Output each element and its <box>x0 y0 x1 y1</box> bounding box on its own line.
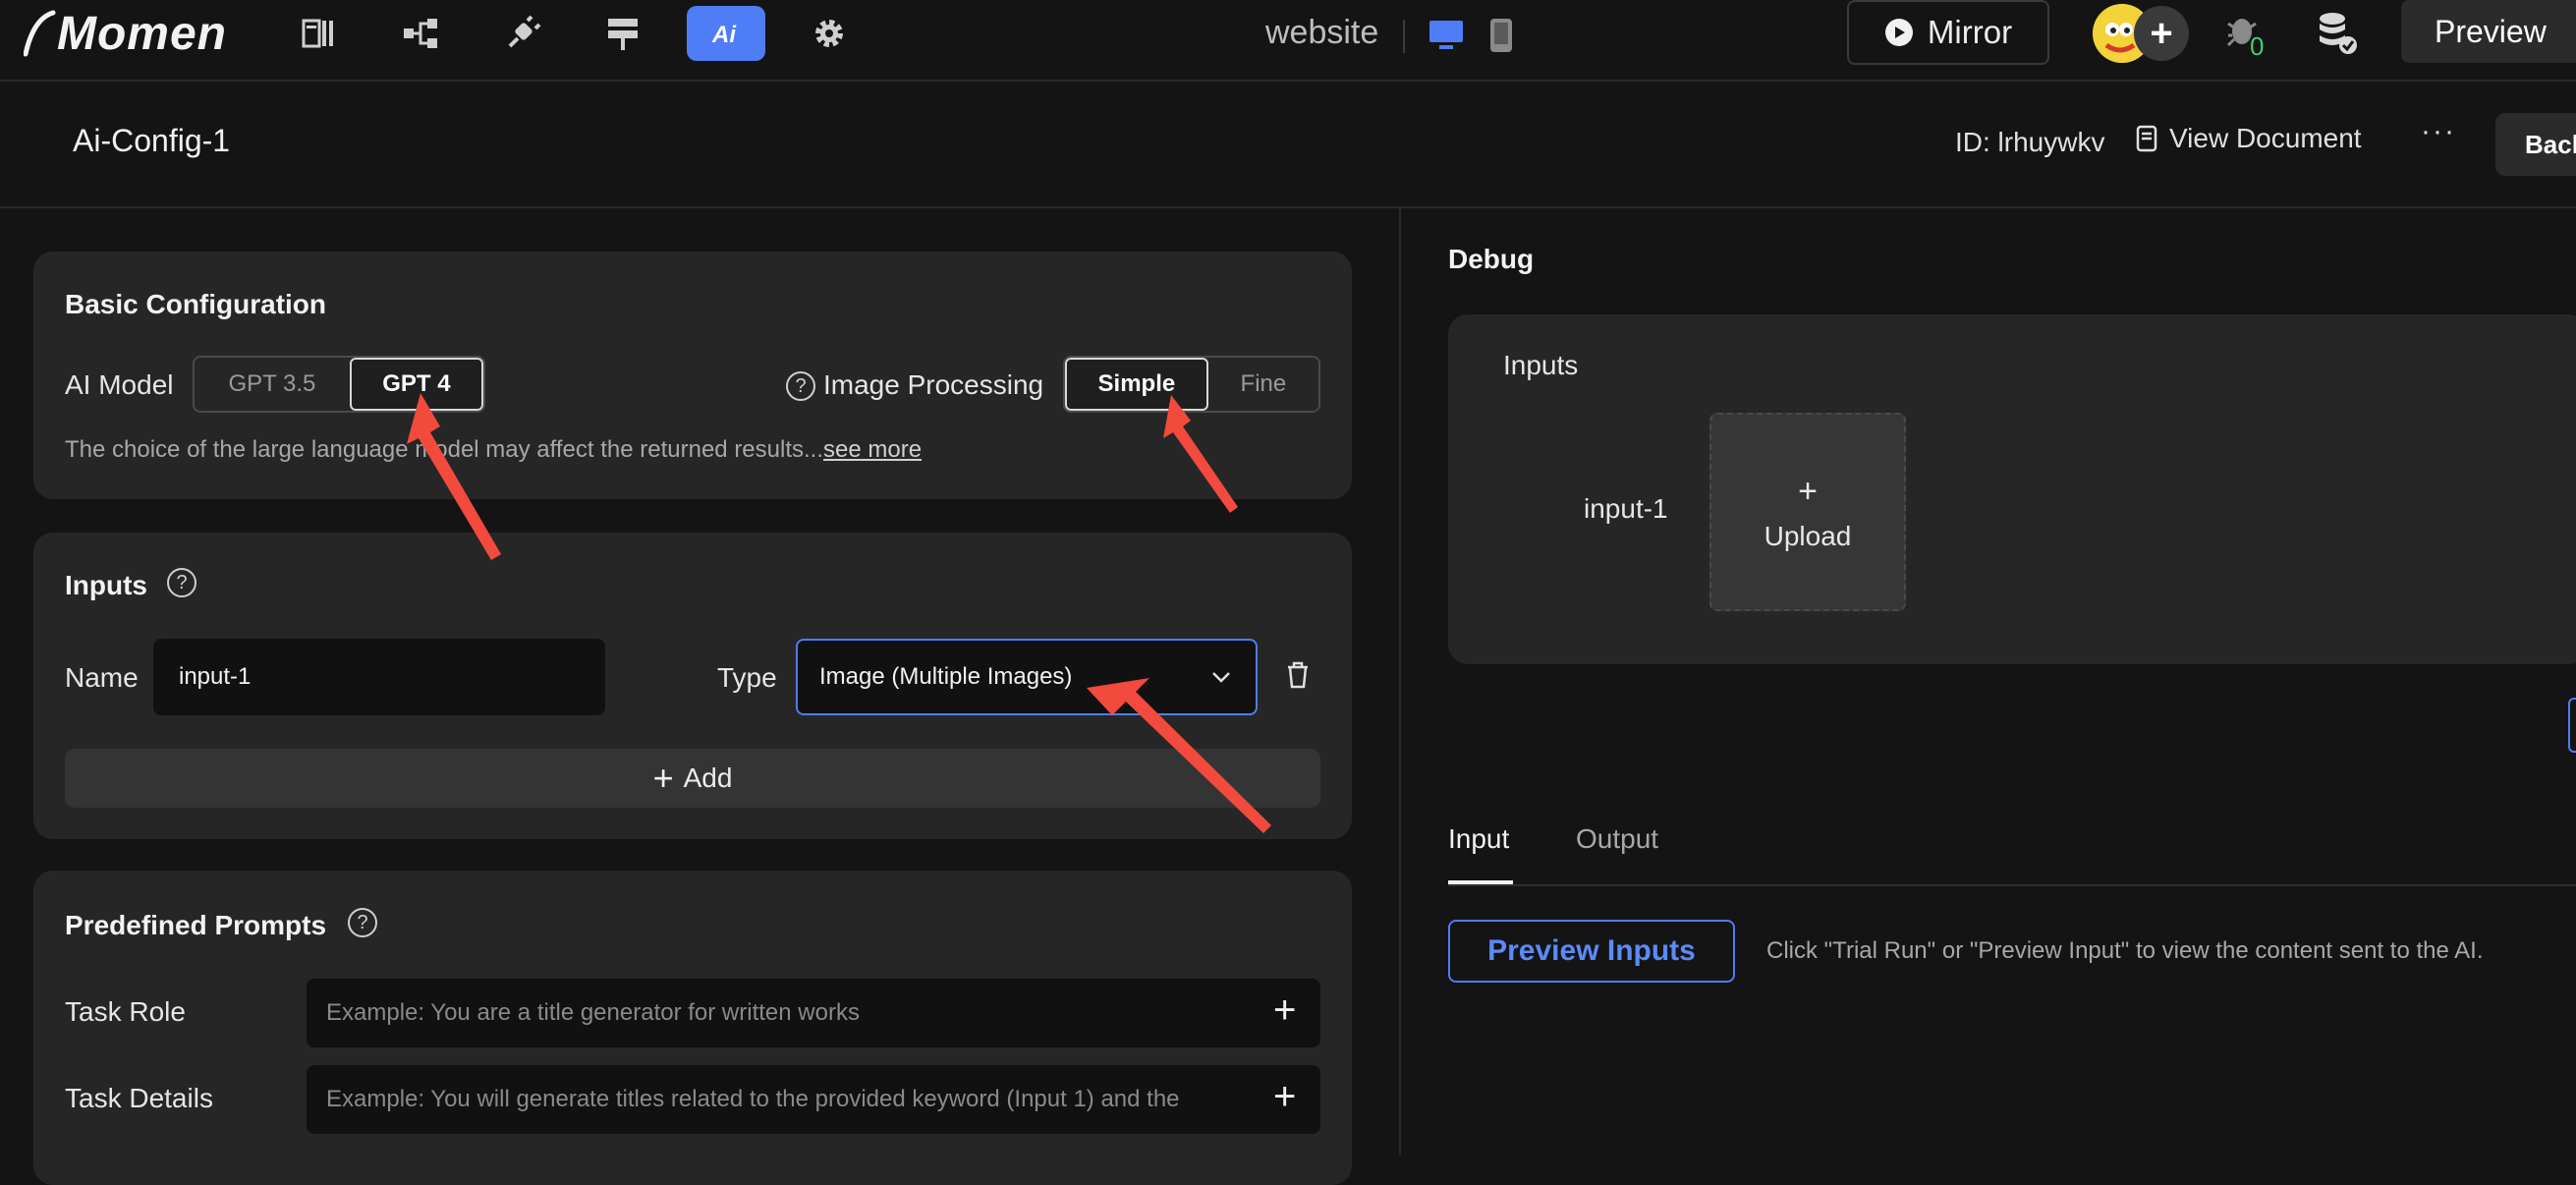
preview-button[interactable]: Preview <box>2401 0 2576 63</box>
ai-model-label: AI Model <box>65 369 174 400</box>
basic-configuration-panel: Basic Configuration AI Model GPT 3.5 GPT… <box>33 252 1352 499</box>
predefined-prompts-panel: Predefined Prompts ? Task Role Example: … <box>33 871 1352 1185</box>
task-details-label: Task Details <box>65 1083 213 1113</box>
processing-option-fine[interactable]: Fine <box>1208 358 1318 411</box>
tab-output[interactable]: Output <box>1576 823 1658 855</box>
config-title: Ai-Config-1 <box>73 123 231 158</box>
top-bar: Momen Ai website Mirror + 0 Preview <box>0 0 2576 82</box>
help-icon[interactable]: ? <box>786 371 815 401</box>
pages-icon[interactable] <box>279 6 358 61</box>
task-role-placeholder: Example: You are a title generator for w… <box>326 999 860 1026</box>
add-collaborator-icon[interactable]: + <box>2134 6 2189 61</box>
upload-button[interactable]: + Upload <box>1709 413 1906 611</box>
name-label: Name <box>65 662 139 693</box>
mobile-device-icon[interactable] <box>1480 14 1523 57</box>
plugin-icon[interactable] <box>483 6 562 61</box>
debug-title: Debug <box>1448 244 1535 274</box>
debug-inputs-title: Inputs <box>1503 350 1579 380</box>
basic-configuration-title: Basic Configuration <box>65 289 327 319</box>
prompts-help-icon[interactable]: ? <box>348 908 377 937</box>
view-document-link[interactable]: View Document <box>2136 123 2362 154</box>
config-header: Ai-Config-1 ID: lrhuywkv View Document ·… <box>0 84 2576 208</box>
panel-divider <box>1399 208 1401 1156</box>
more-options-icon[interactable]: ··· <box>2421 115 2456 148</box>
ai-icon[interactable]: Ai <box>687 6 765 61</box>
model-hint: The choice of the large language model m… <box>65 436 922 464</box>
play-icon <box>1884 19 1913 46</box>
input-name-field[interactable]: input-1 <box>153 639 605 715</box>
chevron-down-icon <box>1212 672 1230 683</box>
database-status-icon[interactable] <box>2309 6 2364 61</box>
add-input-button[interactable]: + Add <box>65 749 1320 808</box>
preview-inputs-button[interactable]: Preview Inputs <box>1448 920 1735 983</box>
site-name[interactable]: website <box>1265 14 1378 52</box>
task-details-input[interactable]: Example: You will generate titles relate… <box>307 1065 1320 1134</box>
task-role-input[interactable]: Example: You are a title generator for w… <box>307 979 1320 1047</box>
delete-input-icon[interactable] <box>1285 660 1311 695</box>
momen-logo[interactable]: Momen <box>24 4 227 63</box>
desktop-device-icon[interactable] <box>1425 14 1468 57</box>
collaborators[interactable]: + <box>2093 4 2191 63</box>
bug-icon[interactable]: 0 <box>2218 6 2273 61</box>
processing-option-simple[interactable]: Simple <box>1065 358 1208 411</box>
see-more-link[interactable]: see more <box>823 436 922 463</box>
tabs-divider <box>1448 884 2576 886</box>
inputs-panel: Inputs ? Name input-1 Type Image (Multip… <box>33 533 1352 839</box>
predefined-prompts-title: Predefined Prompts <box>65 910 327 940</box>
type-label: Type <box>717 662 777 693</box>
collapsed-element-edge[interactable] <box>2568 698 2576 753</box>
document-icon <box>2136 125 2157 152</box>
add-task-role-icon[interactable]: + <box>1273 988 1296 1033</box>
debug-input-name: input-1 <box>1584 493 1668 524</box>
divider <box>1403 20 1405 53</box>
ai-model-selector: GPT 3.5 GPT 4 <box>193 356 485 413</box>
debug-inputs-card: Inputs input-1 <box>1448 314 2576 664</box>
upload-label: Upload <box>1764 520 1852 551</box>
active-tab-indicator <box>1448 880 1513 884</box>
config-id: ID: lrhuywkv <box>1955 127 2105 157</box>
input-type-select[interactable]: Image (Multiple Images) <box>796 639 1258 715</box>
upload-plus-icon: + <box>1798 472 1818 510</box>
model-option-gpt35[interactable]: GPT 3.5 <box>195 358 350 411</box>
mirror-button[interactable]: Mirror <box>1847 0 2049 65</box>
add-task-details-icon[interactable]: + <box>1273 1075 1296 1119</box>
back-button[interactable]: Back <box>2495 113 2576 176</box>
view-document-label: View Document <box>2169 123 2362 153</box>
add-label: Add <box>683 762 733 793</box>
task-role-label: Task Role <box>65 996 186 1027</box>
logo-text: Momen <box>57 7 227 60</box>
inputs-title: Inputs <box>65 570 147 600</box>
data-icon[interactable] <box>584 6 662 61</box>
tree-icon[interactable] <box>381 6 460 61</box>
input-type-value: Image (Multiple Images) <box>819 663 1073 690</box>
logo-swoosh-icon <box>24 10 56 57</box>
image-processing-label: Image Processing <box>823 369 1044 400</box>
settings-icon[interactable] <box>790 6 868 61</box>
preview-info-text: Click "Trial Run" or "Preview Input" to … <box>1766 937 2484 964</box>
model-option-gpt4[interactable]: GPT 4 <box>349 358 483 411</box>
image-processing-selector: Simple Fine <box>1063 356 1320 413</box>
inputs-help-icon[interactable]: ? <box>167 568 196 597</box>
svg-text:Ai: Ai <box>711 22 737 48</box>
plus-icon: + <box>652 758 674 798</box>
task-details-placeholder: Example: You will generate titles relate… <box>326 1086 1180 1112</box>
notif-count: 0 <box>2250 31 2264 57</box>
tab-input[interactable]: Input <box>1448 823 1509 855</box>
mirror-label: Mirror <box>1927 14 2013 50</box>
model-hint-text: The choice of the large language model m… <box>65 436 824 463</box>
